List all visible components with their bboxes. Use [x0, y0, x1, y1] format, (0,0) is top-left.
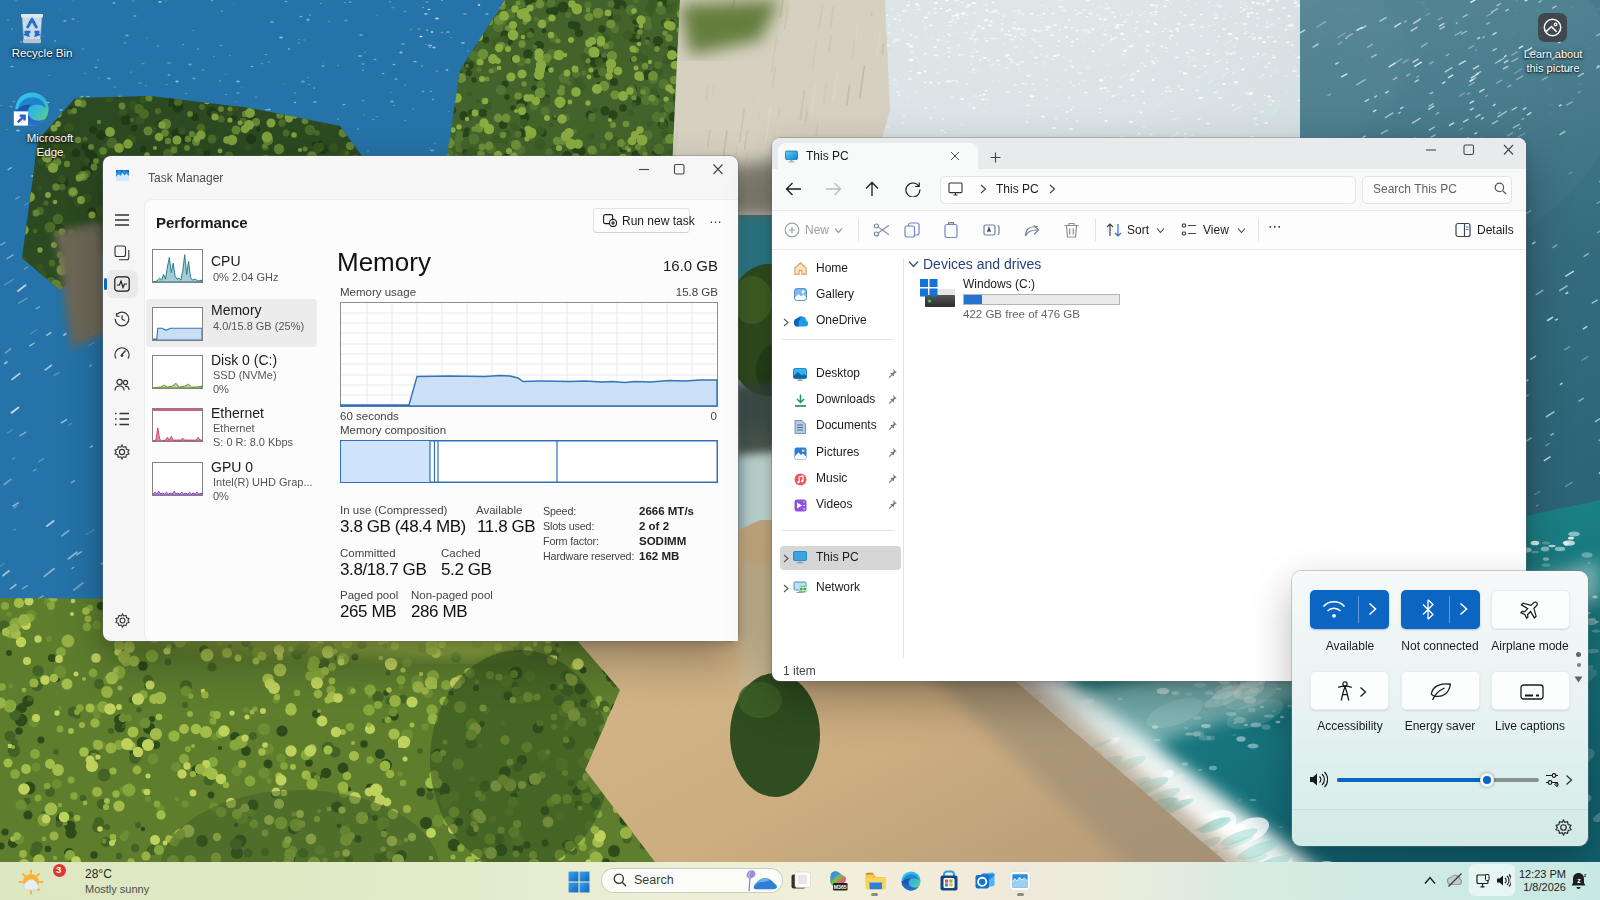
svg-text:z: z — [1584, 872, 1587, 878]
svg-text:M365: M365 — [834, 884, 847, 890]
svg-text:z: z — [1577, 877, 1581, 884]
